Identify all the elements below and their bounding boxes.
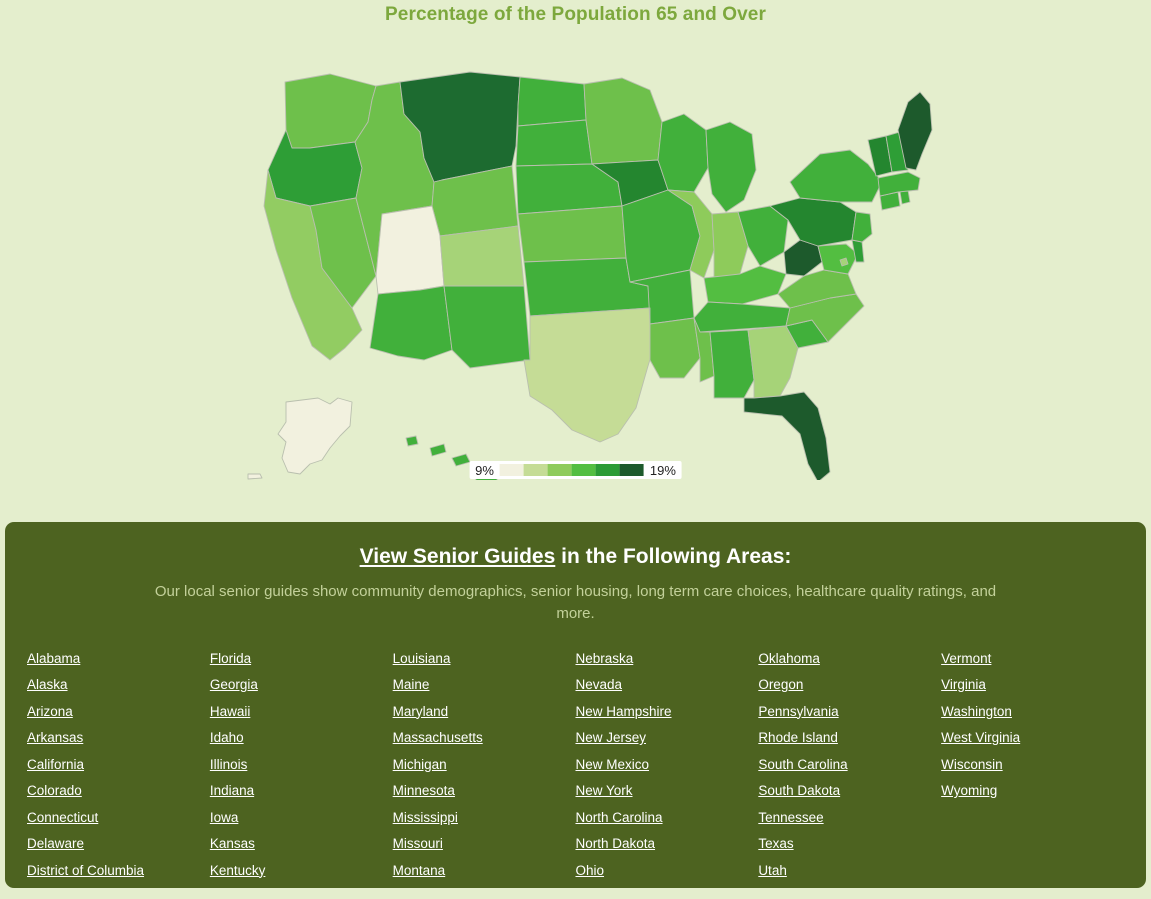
state-link-texas[interactable]: Texas — [758, 836, 941, 851]
state-link-new-jersey[interactable]: New Jersey — [575, 730, 758, 745]
state-link-new-york[interactable]: New York — [575, 783, 758, 798]
state-link-new-mexico[interactable]: New Mexico — [575, 757, 758, 772]
legend-swatch-2 — [547, 464, 572, 476]
state-UT[interactable]: Utah: 9.8% — [375, 205, 445, 295]
state-link-michigan[interactable]: Michigan — [393, 757, 576, 772]
state-link-north-carolina[interactable]: North Carolina — [575, 810, 758, 825]
map-section: Percentage of the Population 65 and Over… — [0, 0, 1151, 520]
legend-gradient — [499, 464, 644, 476]
state-link-delaware[interactable]: Delaware — [27, 836, 210, 851]
state-link-north-dakota[interactable]: North Dakota — [575, 836, 758, 851]
state-link-arkansas[interactable]: Arkansas — [27, 730, 210, 745]
state-link-south-dakota[interactable]: South Dakota — [758, 783, 941, 798]
state-column-3: Louisiana Maine Maryland Massachusetts Michi… — [393, 651, 576, 889]
state-KS[interactable]: Kansas: 14.4% — [517, 205, 627, 263]
view-senior-guides-link[interactable]: View Senior Guides — [360, 545, 556, 568]
state-SD[interactable]: South Dakota: 15.3% — [515, 119, 593, 167]
state-link-nebraska[interactable]: Nebraska — [575, 651, 758, 666]
choropleth-map[interactable]: Washington: 13.9% Oregon: 16% California… — [0, 30, 1151, 480]
state-link-minnesota[interactable]: Minnesota — [393, 783, 576, 798]
senior-guides-panel: View Senior Guides in the Following Area… — [5, 522, 1146, 888]
map-legend: 9% 19% — [469, 461, 682, 479]
state-link-utah[interactable]: Utah — [758, 863, 941, 878]
state-link-virginia[interactable]: Virginia — [941, 677, 1124, 692]
state-link-iowa[interactable]: Iowa — [210, 810, 393, 825]
state-link-new-hampshire[interactable]: New Hampshire — [575, 704, 758, 719]
state-link-columns: Alabama Alaska Arizona Arkansas California Co… — [5, 651, 1146, 889]
state-link-wisconsin[interactable]: Wisconsin — [941, 757, 1124, 772]
legend-swatch-5 — [619, 464, 644, 476]
state-column-5: Oklahoma Oregon Pennsylvania Rhode Island So… — [758, 651, 941, 889]
state-link-tennessee[interactable]: Tennessee — [758, 810, 941, 825]
state-link-rhode-island[interactable]: Rhode Island — [758, 730, 941, 745]
state-link-florida[interactable]: Florida — [210, 651, 393, 666]
state-AZ[interactable]: Arizona: 15.9% — [369, 285, 453, 361]
state-link-south-carolina[interactable]: South Carolina — [758, 757, 941, 772]
state-column-2: Florida Georgia Hawaii Idaho Illinois Indiana… — [210, 651, 393, 889]
legend-swatch-3 — [571, 464, 596, 476]
state-link-pennsylvania[interactable]: Pennsylvania — [758, 704, 941, 719]
state-column-4: Nebraska Nevada New Hampshire New Jersey New… — [575, 651, 758, 889]
state-AL[interactable]: Alabama: 15.3% — [709, 329, 755, 399]
state-link-mississippi[interactable]: Mississippi — [393, 810, 576, 825]
state-link-maine[interactable]: Maine — [393, 677, 576, 692]
state-link-kentucky[interactable]: Kentucky — [210, 863, 393, 878]
legend-swatch-4 — [595, 464, 620, 476]
guides-heading-rest: in the Following Areas: — [555, 545, 792, 568]
state-MN[interactable]: Minnesota: 14.3% — [583, 77, 663, 165]
state-link-nevada[interactable]: Nevada — [575, 677, 758, 692]
state-link-washington[interactable]: Washington — [941, 704, 1124, 719]
state-link-alabama[interactable]: Alabama — [27, 651, 210, 666]
state-link-hawaii[interactable]: Hawaii — [210, 704, 393, 719]
state-link-connecticut[interactable]: Connecticut — [27, 810, 210, 825]
state-link-california[interactable]: California — [27, 757, 210, 772]
state-link-wyoming[interactable]: Wyoming — [941, 783, 1124, 798]
state-link-illinois[interactable]: Illinois — [210, 757, 393, 772]
state-link-massachusetts[interactable]: Massachusetts — [393, 730, 576, 745]
state-link-colorado[interactable]: Colorado — [27, 783, 210, 798]
state-HI[interactable]: Hawaii: 15.6% — [405, 435, 419, 447]
state-link-montana[interactable]: Montana — [393, 863, 576, 878]
guides-heading: View Senior Guides in the Following Area… — [5, 545, 1146, 569]
state-link-arizona[interactable]: Arizona — [27, 704, 210, 719]
state-link-indiana[interactable]: Indiana — [210, 783, 393, 798]
us-states-svg[interactable]: Washington: 13.9% Oregon: 16% California… — [0, 30, 1151, 480]
state-link-vermont[interactable]: Vermont — [941, 651, 1124, 666]
state-link-district-of-columbia[interactable]: District of Columbia — [27, 863, 210, 878]
legend-min-label: 9% — [475, 462, 494, 478]
state-CO[interactable]: Colorado: 12.4% — [439, 225, 525, 287]
state-link-maryland[interactable]: Maryland — [393, 704, 576, 719]
state-link-ohio[interactable]: Ohio — [575, 863, 758, 878]
state-column-6: Vermont Virginia Washington West Virginia Wi… — [941, 651, 1124, 889]
state-link-oklahoma[interactable]: Oklahoma — [758, 651, 941, 666]
state-link-georgia[interactable]: Georgia — [210, 677, 393, 692]
state-link-kansas[interactable]: Kansas — [210, 836, 393, 851]
legend-swatch-1 — [523, 464, 548, 476]
state-AK-islands[interactable]: Alaska: 9.4% — [247, 473, 263, 480]
state-link-louisiana[interactable]: Louisiana — [393, 651, 576, 666]
state-column-1: Alabama Alaska Arizona Arkansas California Co… — [27, 651, 210, 889]
page-title: Percentage of the Population 65 and Over — [385, 4, 766, 25]
state-DC[interactable]: District of Columbia: 11.4% — [839, 257, 849, 267]
state-link-idaho[interactable]: Idaho — [210, 730, 393, 745]
state-link-alaska[interactable]: Alaska — [27, 677, 210, 692]
legend-max-label: 19% — [649, 462, 676, 478]
state-link-west-virginia[interactable]: West Virginia — [941, 730, 1124, 745]
state-link-missouri[interactable]: Missouri — [393, 836, 576, 851]
guides-subtitle: Our local senior guides show community d… — [154, 583, 997, 622]
state-link-oregon[interactable]: Oregon — [758, 677, 941, 692]
state-WI[interactable]: Wisconsin: 15.2% — [657, 113, 709, 193]
legend-swatch-0 — [499, 464, 524, 476]
state-ND[interactable]: North Dakota: 14.5% — [517, 76, 587, 127]
